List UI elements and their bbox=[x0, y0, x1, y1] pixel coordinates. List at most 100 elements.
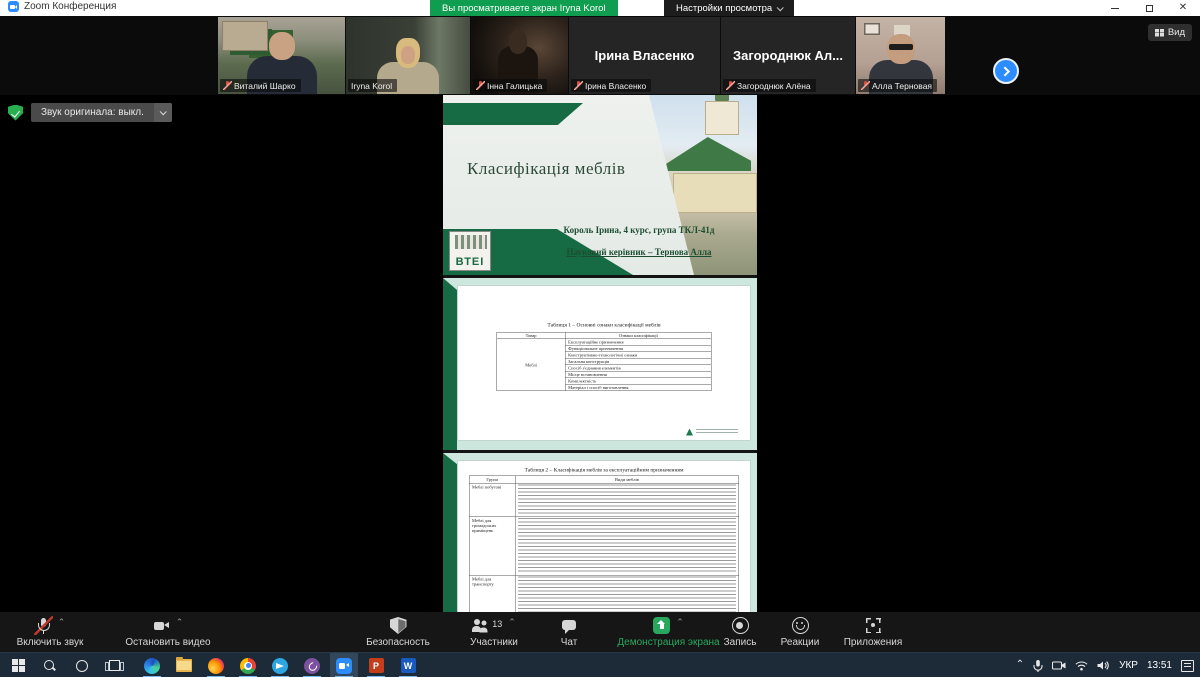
shared-screen-view: Класифікація меблів Король Ірина, 4 курс… bbox=[443, 95, 757, 612]
security-button[interactable]: Безопасность bbox=[352, 615, 444, 651]
participant-tile[interactable]: Інна Галицька bbox=[471, 17, 568, 94]
taskbar-word[interactable]: W bbox=[394, 653, 422, 677]
table-row: Матеріал і спосіб виготовлення bbox=[565, 384, 711, 391]
cortana-icon bbox=[76, 660, 88, 672]
participant-name: Інна Галицька bbox=[487, 81, 542, 91]
security-label: Безопасность bbox=[366, 637, 430, 648]
stop-video-button[interactable]: ⌃ Остановить видео bbox=[98, 615, 238, 651]
unmute-label: Включить звук bbox=[17, 637, 84, 648]
table2-col1-header: Групи bbox=[469, 476, 515, 484]
green-side-band bbox=[443, 278, 457, 450]
tray-wifi-icon[interactable] bbox=[1075, 661, 1088, 671]
apps-button[interactable]: Приложения bbox=[832, 615, 914, 651]
viewing-screen-banner: Вы просматриваете экран Iryna Korol bbox=[430, 0, 618, 16]
taskbar-edge[interactable] bbox=[138, 653, 166, 677]
view-options-dropdown[interactable]: Настройки просмотра bbox=[664, 0, 794, 16]
start-button[interactable] bbox=[4, 653, 32, 677]
participant-name-label: Алла Терновая bbox=[858, 79, 937, 92]
chevron-up-icon[interactable]: ⌃ bbox=[508, 618, 516, 626]
search-button[interactable] bbox=[36, 653, 64, 677]
taskbar-firefox[interactable] bbox=[202, 653, 230, 677]
stop-video-label: Остановить видео bbox=[125, 637, 210, 648]
participant-name-label: Загороднюк Алёна bbox=[723, 79, 816, 92]
participant-tile[interactable]: Алла Терновая bbox=[856, 17, 945, 94]
taskbar-viber[interactable] bbox=[298, 653, 326, 677]
participant-name: Ірина Власенко bbox=[585, 81, 646, 91]
taskbar-zoom[interactable] bbox=[330, 653, 358, 677]
apps-label: Приложения bbox=[844, 637, 903, 648]
view-layout-button[interactable]: Вид bbox=[1148, 24, 1192, 41]
taskbar-powerpoint[interactable]: P bbox=[362, 653, 390, 677]
cortana-button[interactable] bbox=[68, 653, 96, 677]
table2-caption: Таблиця 2 – Класифікація меблів за експл… bbox=[458, 467, 750, 473]
system-tray: ⌃ УКР 13:51 bbox=[1016, 653, 1194, 677]
view-layout-label: Вид bbox=[1168, 27, 1185, 38]
participant-tile-active-speaker[interactable]: Iryna Korol bbox=[346, 17, 470, 94]
presentation-slide-table2: Таблиця 2 – Класифікація меблів за експл… bbox=[443, 453, 757, 612]
participant-tile[interactable]: Ірина Власенко Ірина Власенко bbox=[569, 17, 720, 94]
chevron-down-icon bbox=[160, 108, 167, 115]
participant-name-label: Інна Галицька bbox=[473, 79, 547, 92]
reactions-label: Реакции bbox=[781, 637, 820, 648]
window-controls: ✕ bbox=[1098, 0, 1200, 16]
unmute-button[interactable]: ⌃ Включить звук bbox=[4, 615, 96, 651]
reactions-button[interactable]: Реакции bbox=[770, 615, 830, 651]
taskbar-chrome[interactable] bbox=[234, 653, 262, 677]
window-titlebar: Zoom Конференция Вы просматриваете экран… bbox=[0, 0, 1200, 16]
taskbar-telegram[interactable] bbox=[266, 653, 294, 677]
smiley-icon bbox=[792, 617, 809, 634]
participant-name-label: Виталий Шарко bbox=[220, 79, 301, 92]
shield-icon bbox=[390, 617, 407, 634]
logo-building-icon bbox=[455, 235, 487, 249]
task-view-button[interactable] bbox=[100, 653, 128, 677]
record-icon bbox=[732, 617, 749, 634]
language-indicator[interactable]: УКР bbox=[1119, 660, 1138, 671]
chevron-up-icon[interactable]: ⌃ bbox=[58, 618, 66, 626]
record-button[interactable]: Запись bbox=[712, 615, 768, 651]
close-button[interactable]: ✕ bbox=[1166, 0, 1200, 16]
maximize-button[interactable] bbox=[1132, 0, 1166, 16]
shared-screen-area: Класифікація меблів Король Ірина, 4 курс… bbox=[0, 95, 1200, 612]
folder-icon bbox=[176, 659, 192, 672]
participants-button[interactable]: 13 ⌃ Участники bbox=[448, 615, 540, 651]
mic-muted-icon bbox=[861, 81, 869, 90]
viewing-screen-banner-text: Вы просматриваете экран Iryna Korol bbox=[442, 3, 606, 14]
minimize-button[interactable] bbox=[1098, 0, 1132, 16]
table1-caption: Таблиця 1 – Основні ознаки класифікації … bbox=[458, 322, 750, 328]
windows-logo-icon bbox=[12, 659, 25, 672]
original-sound-dropdown[interactable] bbox=[154, 103, 172, 122]
green-band-top bbox=[443, 103, 583, 125]
chevron-up-icon[interactable]: ⌃ bbox=[676, 618, 684, 626]
windows-taskbar: P W ⌃ УКР 13:51 bbox=[0, 652, 1200, 677]
participant-tile[interactable]: Виталий Шарко bbox=[218, 17, 345, 94]
firefox-icon bbox=[208, 658, 224, 674]
grid-view-icon bbox=[1155, 29, 1164, 37]
original-sound-control: Звук оригинала: выкл. bbox=[8, 103, 172, 122]
participants-count-badge: 13 bbox=[492, 619, 502, 629]
table-row-body bbox=[515, 483, 739, 517]
chevron-up-icon[interactable]: ⌃ bbox=[176, 618, 184, 626]
participant-tile[interactable]: Загороднюк Ал... Загороднюк Алёна bbox=[721, 17, 855, 94]
participant-name: Iryna Korol bbox=[351, 81, 392, 91]
chat-button[interactable]: Чат bbox=[546, 615, 592, 651]
tray-volume-icon[interactable] bbox=[1097, 660, 1110, 671]
presentation-slide-table1: Таблиця 1 – Основні ознаки класифікації … bbox=[443, 278, 757, 450]
app-title: Zoom Конференция bbox=[24, 1, 116, 12]
hidden-icons-chevron[interactable]: ⌃ bbox=[1016, 659, 1024, 670]
logo-text: ВТЕІ bbox=[450, 256, 490, 268]
zoom-logo-icon bbox=[8, 1, 19, 12]
action-center-icon[interactable] bbox=[1181, 660, 1194, 672]
apps-icon bbox=[865, 617, 882, 634]
tray-camera-icon[interactable] bbox=[1052, 660, 1066, 671]
mic-muted-icon bbox=[223, 81, 231, 90]
next-participants-button[interactable] bbox=[993, 58, 1019, 84]
taskbar-file-explorer[interactable] bbox=[170, 653, 198, 677]
slide-title: Класифікація меблів bbox=[467, 159, 625, 179]
task-view-icon bbox=[109, 660, 120, 671]
institute-logo: ВТЕІ bbox=[449, 231, 491, 271]
clock[interactable]: 13:51 bbox=[1147, 660, 1172, 671]
tray-mic-icon[interactable] bbox=[1033, 660, 1043, 672]
share-screen-icon bbox=[653, 617, 670, 634]
original-sound-pill[interactable]: Звук оригинала: выкл. bbox=[31, 103, 172, 122]
share-screen-label: Демонстрация экрана bbox=[617, 637, 719, 648]
